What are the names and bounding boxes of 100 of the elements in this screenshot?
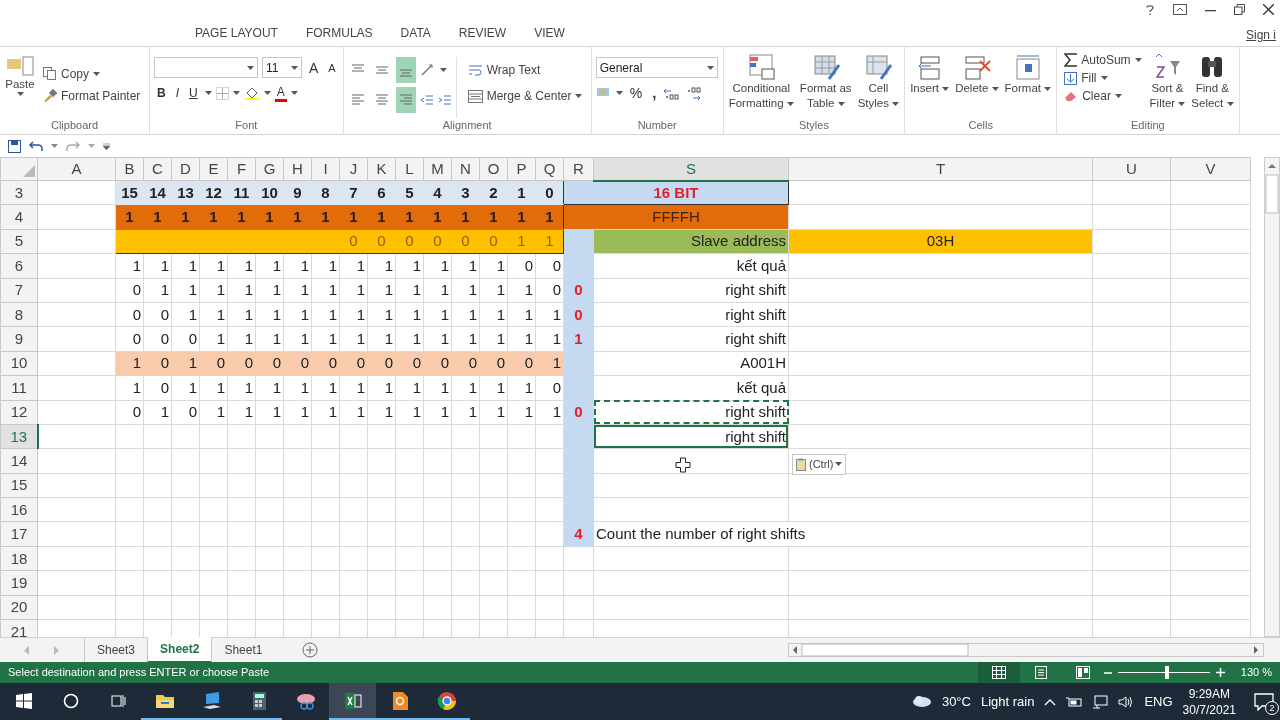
spreadsheet-cell[interactable]: 0 [535,375,564,400]
column-header[interactable]: M [423,157,452,181]
spreadsheet-cell[interactable]: 1 [227,375,256,400]
column-header[interactable]: I [311,157,340,181]
column-header[interactable]: N [451,157,480,181]
spreadsheet-cell[interactable]: 1 [255,375,284,400]
font-color-button[interactable]: A [274,84,287,102]
normal-view-button[interactable] [977,662,1020,683]
row-header[interactable]: 15 [0,473,38,498]
spreadsheet-cell[interactable]: 1 [227,278,256,303]
spreadsheet-cell[interactable]: 03H [788,229,1093,254]
spreadsheet-cell[interactable]: 1 [227,326,256,352]
row-header[interactable]: 9 [0,326,38,352]
spreadsheet-cell[interactable]: 0 [535,253,564,279]
column-header[interactable]: U [1092,157,1171,181]
ribbon-tab[interactable]: PAGE LAYOUT [195,24,278,42]
spreadsheet-cell[interactable]: A001H [593,351,789,376]
spreadsheet-cell[interactable]: 0 [115,400,144,425]
clock-time[interactable]: 9:29AM [1188,685,1230,702]
paste-options-button[interactable]: (Ctrl) [792,454,847,475]
spreadsheet-cell[interactable]: 1 [479,400,508,425]
spreadsheet-cell[interactable]: 1 [199,278,228,303]
spreadsheet-cell[interactable]: 1 [339,326,368,352]
undo-icon[interactable] [29,140,43,152]
spreadsheet-cell[interactable]: 1 [311,302,340,327]
spreadsheet-cell[interactable]: 1 [479,278,508,303]
spreadsheet-cell[interactable]: 1 [367,278,396,303]
spreadsheet-cell[interactable]: 1 [535,302,564,327]
spreadsheet-cell[interactable]: 1 [311,326,340,352]
row-header[interactable]: 18 [0,546,38,571]
spreadsheet-cell[interactable]: 1 [199,302,228,327]
fill-button[interactable]: Fill [1061,69,1145,87]
spreadsheet-cell[interactable]: 0 [535,278,564,303]
spreadsheet-cell[interactable]: 1 [479,253,508,279]
help-icon[interactable] [1145,4,1155,16]
clock-date[interactable]: 30/7/2021 [1182,701,1236,718]
spreadsheet-cell[interactable]: 0 [507,253,536,279]
spreadsheet-cell[interactable]: 1 [255,278,284,303]
spreadsheet-cell[interactable]: 1 [507,278,536,303]
spreadsheet-cell[interactable]: 1 [507,302,536,327]
zoom-level[interactable]: 130 % [1240,664,1272,681]
spreadsheet-cell[interactable]: 1 [143,253,172,279]
row-header[interactable]: 17 [0,521,38,547]
restore-icon[interactable] [1234,4,1245,15]
align-vertical-button[interactable] [395,57,416,83]
spreadsheet-cell[interactable]: 1 [339,302,368,327]
cell-styles-button[interactable]: Cell Styles [856,51,901,118]
sign-in-link[interactable]: Sign i [1245,26,1276,44]
bold-button[interactable]: B [154,84,169,102]
column-header[interactable]: L [395,157,424,181]
row-header[interactable]: 11 [0,375,38,400]
row-header[interactable]: 10 [0,351,38,376]
row-header[interactable]: 12 [0,400,38,425]
spreadsheet-cell[interactable]: 1 [423,326,452,352]
row-header[interactable]: 13 [0,424,38,449]
spreadsheet-cell[interactable]: 0 [171,326,200,352]
spreadsheet-cell[interactable]: 1 [535,400,564,425]
spreadsheet-cell[interactable]: 1 [451,400,480,425]
column-header[interactable]: J [339,157,368,181]
copy-button[interactable]: Copy [40,64,144,83]
spreadsheet-cell[interactable]: 1 [339,375,368,400]
spreadsheet-cell[interactable]: 1 [395,326,424,352]
delete-button[interactable]: Delete [954,51,1000,118]
ribbon-tab[interactable]: DATA [400,24,431,42]
spreadsheet-cell[interactable]: 1 [339,278,368,303]
spreadsheet-cell[interactable]: 1 [423,400,452,425]
spreadsheet-cell[interactable]: 0 [115,302,144,327]
spreadsheet-cell[interactable]: 1 [367,253,396,279]
shrink-font-button[interactable]: A [325,58,339,77]
ribbon-tab[interactable]: REVIEW [458,24,507,42]
vertical-scrollbar[interactable] [1264,157,1280,637]
horizontal-scrollbar[interactable] [788,643,1264,657]
spreadsheet-cell[interactable]: 1 [395,302,424,327]
clear-button[interactable]: Clear [1061,87,1145,105]
decrease-decimal-icon[interactable] [685,86,704,100]
column-header[interactable]: F [227,157,256,181]
spreadsheet-cell[interactable]: 1 [423,375,452,400]
spreadsheet-cell[interactable]: 1 [115,253,144,279]
row-header[interactable]: 8 [0,302,38,327]
spreadsheet-cell[interactable]: 0 [143,375,172,400]
spreadsheet-cell[interactable]: 1 [255,326,284,352]
spreadsheet-cell[interactable]: 1 [311,375,340,400]
spreadsheet-cell[interactable]: 0 [115,326,144,352]
row-header[interactable]: 14 [0,448,38,474]
row-header[interactable]: 7 [0,278,38,303]
spreadsheet-cell[interactable]: 1 [423,253,452,279]
spreadsheet-cell[interactable]: 0 [115,278,144,303]
sheet-tab[interactable]: Sheet2 [147,637,212,663]
merge-center-button[interactable]: Merge & Center [464,87,586,105]
ribbon-display-icon[interactable] [1173,4,1187,15]
column-header[interactable]: D [171,157,200,181]
spreadsheet-cell[interactable]: 1 [423,302,452,327]
column-header[interactable]: R [563,157,594,181]
spreadsheet-cell[interactable]: 1 [395,375,424,400]
spreadsheet-cell[interactable]: 1 [311,253,340,279]
autosum-button[interactable]: AutoSum [1061,51,1145,69]
fill-color-icon[interactable] [243,86,260,100]
row-header[interactable]: 4 [0,204,38,230]
spreadsheet-cell[interactable]: 1 [311,278,340,303]
row-header[interactable]: 3 [0,180,38,205]
